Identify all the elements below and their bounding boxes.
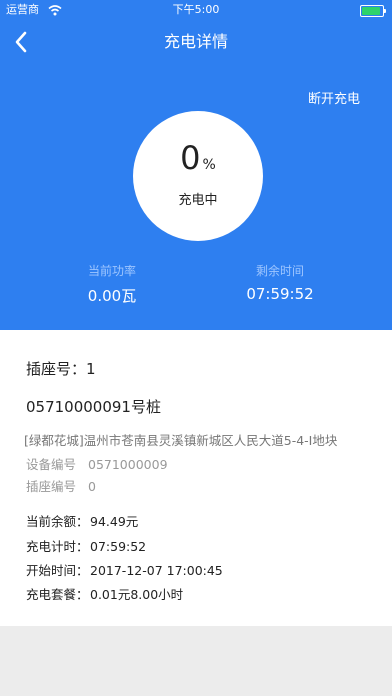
device-number-value: 0571000009 <box>88 457 168 472</box>
timer-row: 充电计时：07:59:52 <box>26 536 146 555</box>
charge-progress-circle: 0% 充电中 <box>133 111 263 241</box>
balance-value: 94.49元 <box>90 514 139 529</box>
current-power-stat: 当前功率 0.00瓦 <box>42 262 182 306</box>
start-time-value: 2017-12-07 17:00:45 <box>90 563 223 578</box>
page-title: 充电详情 <box>163 32 228 51</box>
status-time: 下午5:00 <box>172 3 220 16</box>
plan-label: 充电套餐： <box>26 587 89 602</box>
socket-number: 插座号：1 <box>26 360 96 378</box>
navigation-bar: 充电详情 <box>0 22 392 62</box>
device-number-row: 设备编号 0571000009 <box>26 454 168 473</box>
balance-row: 当前余额：94.49元 <box>26 511 138 530</box>
device-number-label: 设备编号 <box>26 457 77 472</box>
socket-code-value: 0 <box>88 479 96 494</box>
socket-code-label: 插座编号 <box>26 479 77 494</box>
disconnect-charging-button[interactable]: 断开充电 <box>308 88 360 107</box>
balance-label: 当前余额： <box>26 514 89 529</box>
pile-number: 05710000091号桩 <box>26 398 161 416</box>
timer-value: 07:59:52 <box>90 539 147 554</box>
battery-icon <box>360 5 386 17</box>
current-power-value: 0.00瓦 <box>87 287 137 305</box>
remaining-time-stat: 剩余时间 07:59:52 <box>210 262 350 303</box>
charge-percent: 0% <box>133 139 263 177</box>
start-time-label: 开始时间： <box>26 563 89 578</box>
current-power-label: 当前功率 <box>87 264 136 278</box>
bottom-area <box>0 626 392 696</box>
plan-row: 充电套餐：0.01元8.00小时 <box>26 584 183 603</box>
remaining-time-label: 剩余时间 <box>255 264 304 278</box>
plan-value: 0.01元8.00小时 <box>90 587 184 602</box>
charge-percent-value: 0 <box>180 139 201 177</box>
start-time-row: 开始时间：2017-12-07 17:00:45 <box>26 560 223 579</box>
status-bar: 运营商 下午5:00 <box>0 0 392 20</box>
charge-percent-unit: % <box>202 157 216 173</box>
charging-header-panel: 运营商 下午5:00 充电详情 断开充电 0% 充电中 当前功率 0.00瓦 剩… <box>0 0 392 330</box>
charge-state: 充电中 <box>178 193 218 208</box>
remaining-time-value: 07:59:52 <box>246 285 314 303</box>
station-address: [绿都花城]温州市苍南县灵溪镇新城区人民大道5-4-I地块 <box>24 433 338 448</box>
timer-label: 充电计时： <box>26 539 89 554</box>
socket-code-row: 插座编号 0 <box>26 476 96 495</box>
charging-detail-card: 插座号：1 05710000091号桩 [绿都花城]温州市苍南县灵溪镇新城区人民… <box>0 330 392 626</box>
